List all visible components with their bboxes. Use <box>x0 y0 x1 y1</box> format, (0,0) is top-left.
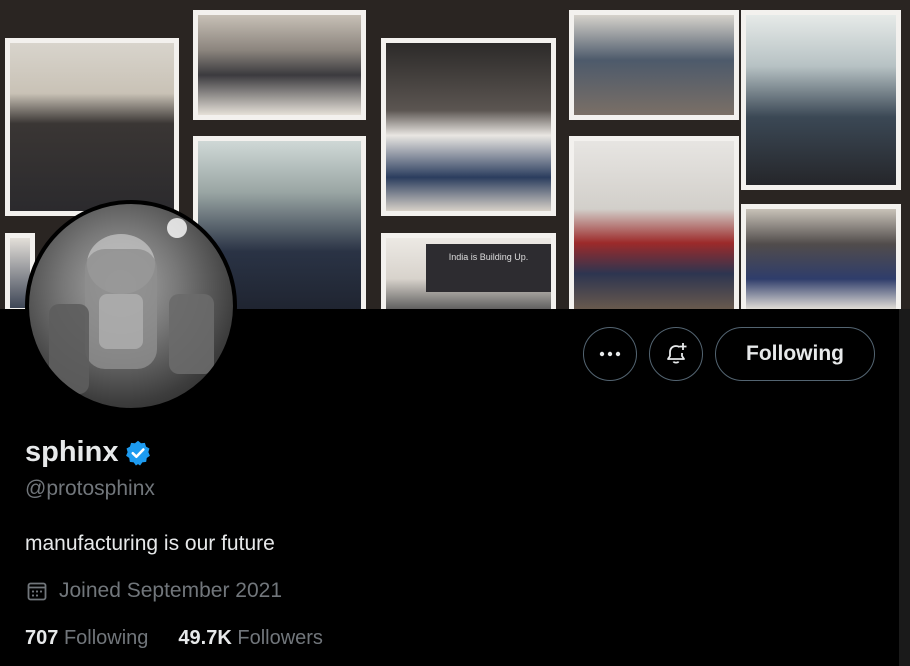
projector-screen: India is Building Up. <box>426 244 551 292</box>
verified-badge-icon[interactable] <box>124 439 152 467</box>
calendar-icon <box>27 582 47 601</box>
banner-photo-auditorium <box>5 38 179 216</box>
following-stat-link[interactable]: 707 Following <box>25 627 148 650</box>
banner-photo-seated-group <box>381 38 556 216</box>
bell-plus-icon <box>667 343 687 364</box>
more-icon <box>599 351 621 357</box>
banner-photo-audience <box>741 204 901 309</box>
joined-text: Joined September 2021 <box>59 579 282 602</box>
followers-stat-link[interactable]: 49.7K Followers <box>178 627 323 650</box>
banner-photo-standing-men <box>569 10 739 120</box>
following-label: Following <box>63 627 149 649</box>
scrollbar-track[interactable] <box>899 309 910 666</box>
banner-photo-panel <box>569 136 739 309</box>
banner-photo-projector: India is Building Up. <box>381 233 556 309</box>
name-row: sphinx <box>25 436 152 469</box>
notifications-button[interactable] <box>649 327 703 381</box>
more-button[interactable] <box>583 327 637 381</box>
joined-date: Joined September 2021 <box>25 579 282 603</box>
display-name: sphinx <box>25 436 119 468</box>
followers-count: 49.7K <box>178 627 232 649</box>
user-handle: @protosphinx <box>25 477 155 500</box>
banner-photo-crowd-room <box>193 10 366 120</box>
bio: manufacturing is our future <box>25 532 275 555</box>
sphinx-avatar-image <box>49 218 214 394</box>
following-count: 707 <box>25 627 59 649</box>
followers-label: Followers <box>237 627 323 649</box>
projector-text: India is Building Up. <box>448 252 529 262</box>
following-button[interactable]: Following <box>715 327 875 381</box>
banner-photo-window <box>741 10 901 190</box>
profile-stats: 707 Following 49.7K Followers <box>25 627 323 650</box>
avatar[interactable] <box>25 200 237 412</box>
